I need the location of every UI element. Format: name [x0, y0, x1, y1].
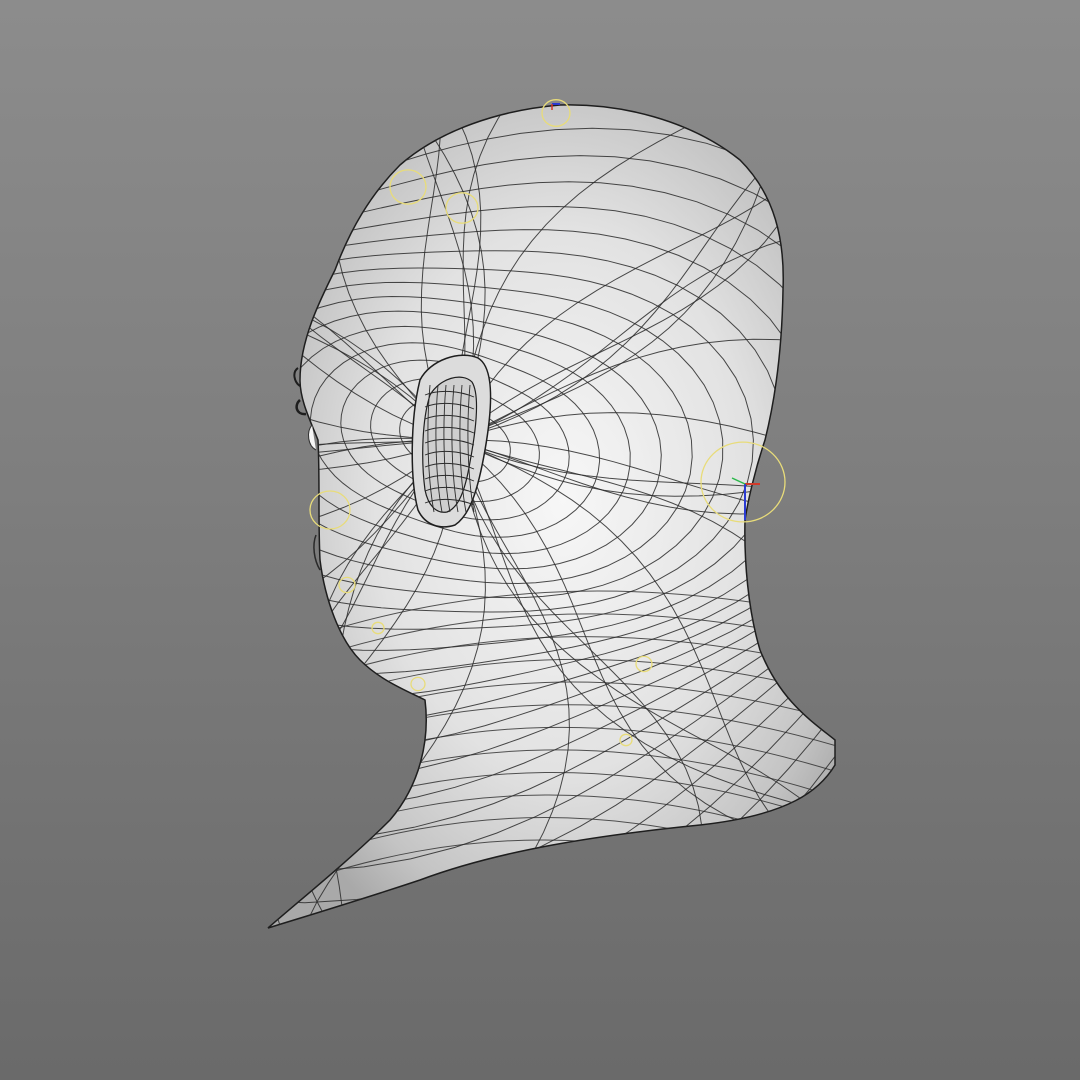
3d-viewport[interactable] — [0, 0, 1080, 1080]
head-mesh-surface[interactable] — [267, 104, 836, 929]
head-model[interactable] — [0, 0, 1080, 1080]
